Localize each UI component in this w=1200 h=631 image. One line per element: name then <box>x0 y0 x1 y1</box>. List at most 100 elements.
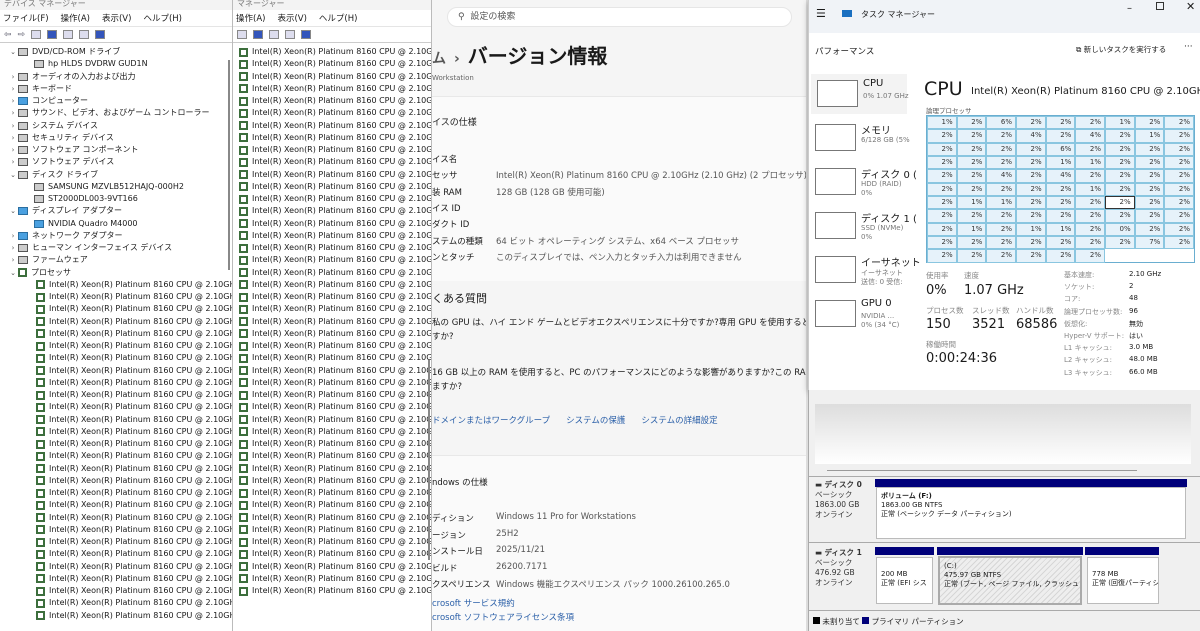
chevron-down-icon[interactable]: ⌄ <box>8 46 18 58</box>
core-usage-cell[interactable]: 7% <box>1134 236 1165 250</box>
service-terms-link[interactable]: crosoft サービス規約 <box>432 597 515 609</box>
sidebar-item[interactable]: GPU 0 NVIDIA ... 0% (34 °C) <box>809 294 909 334</box>
partition-recovery[interactable]: 778 MB 正常 (回復パーティシ <box>1087 557 1159 604</box>
tree-item-processor[interactable]: Intel(R) Xeon(R) Platinum 8160 CPU @ 2.1… <box>233 279 431 291</box>
core-usage-cell[interactable]: 2% <box>1045 249 1076 263</box>
hamburger-menu-icon[interactable]: ☰ <box>816 7 826 20</box>
core-usage-cell[interactable]: 2% <box>1075 222 1105 237</box>
tree-item-processor[interactable]: Intel(R) Xeon(R) Platinum 8160 CPU @ 2.1… <box>233 218 431 230</box>
core-usage-cell[interactable]: 2% <box>956 169 987 183</box>
tree-item-processor[interactable]: Intel(R) Xeon(R) Platinum 8160 CPU @ 2.1… <box>233 365 431 377</box>
core-usage-cell[interactable]: 2% <box>1015 209 1046 223</box>
core-usage-cell[interactable]: 2% <box>986 156 1016 170</box>
core-usage-cell[interactable]: 1% <box>1075 156 1105 170</box>
menu-item[interactable]: ファイル(F) <box>3 12 49 24</box>
tree-item-processor[interactable]: Intel(R) Xeon(R) Platinum 8160 CPU @ 2.1… <box>233 242 431 254</box>
core-usage-cell[interactable]: 2% <box>1164 236 1194 250</box>
faq-question-line2[interactable]: ますか? <box>432 380 462 392</box>
partition-c[interactable]: (C:) 475.97 GB NTFS 正常 (ブート, ページ ファイル, クラッ… <box>938 556 1082 605</box>
sidebar-item[interactable]: メモリ 6/128 GB (5% <box>809 118 910 158</box>
core-usage-cell[interactable]: 2% <box>927 129 957 143</box>
core-usage-cell[interactable]: 2% <box>956 116 987 130</box>
partition-f[interactable]: ボリューム (F:) 1863.00 GB NTFS 正常 (ベーシック データ パ… <box>876 487 1186 539</box>
tree-item-processor[interactable]: Intel(R) Xeon(R) Platinum 8160 CPU @ 2.1… <box>0 328 232 340</box>
scrollbar[interactable] <box>428 360 430 560</box>
core-usage-cell[interactable]: 2% <box>927 249 957 263</box>
tree-item-processor[interactable]: Intel(R) Xeon(R) Platinum 8160 CPU @ 2.1… <box>0 279 232 291</box>
tree-item[interactable]: › セキュリティ デバイス <box>0 132 232 144</box>
tree-item-processor[interactable]: Intel(R) Xeon(R) Platinum 8160 CPU @ 2.1… <box>0 340 232 352</box>
properties-icon[interactable] <box>237 30 247 39</box>
sidebar-item[interactable]: ディスク 1 (SSD (NVMe) 0% <box>809 206 917 246</box>
tree-item-processor[interactable]: Intel(R) Xeon(R) Platinum 8160 CPU @ 2.1… <box>233 524 431 536</box>
more-options-button[interactable]: ··· <box>1184 42 1193 52</box>
tree-item-processor[interactable]: Intel(R) Xeon(R) Platinum 8160 CPU @ 2.1… <box>233 573 431 585</box>
tree-item-processor[interactable]: Intel(R) Xeon(R) Platinum 8160 CPU @ 2.1… <box>233 512 431 524</box>
close-button[interactable]: ✕ <box>1186 0 1195 13</box>
chevron-right-icon[interactable]: › <box>8 120 18 132</box>
tree-item-processor[interactable]: Intel(R) Xeon(R) Platinum 8160 CPU @ 2.1… <box>233 291 431 303</box>
tree-item-processor[interactable]: Intel(R) Xeon(R) Platinum 8160 CPU @ 2.1… <box>233 377 431 389</box>
tree-item-processor[interactable]: Intel(R) Xeon(R) Platinum 8160 CPU @ 2.1… <box>233 328 431 340</box>
tree-item-processor[interactable]: Intel(R) Xeon(R) Platinum 8160 CPU @ 2.1… <box>0 548 232 560</box>
tree-item-processor[interactable]: Intel(R) Xeon(R) Platinum 8160 CPU @ 2.1… <box>233 499 431 511</box>
sidebar-item[interactable]: イーサネット イーサネット 送信: 0 受信: <box>809 250 921 290</box>
core-usage-cell[interactable]: 2% <box>1075 116 1105 130</box>
core-usage-cell[interactable]: 2% <box>1104 156 1135 170</box>
tree-item-processor[interactable]: Intel(R) Xeon(R) Platinum 8160 CPU @ 2.1… <box>0 303 232 315</box>
core-usage-cell[interactable]: 2% <box>986 222 1016 237</box>
tree-item-processor[interactable]: Intel(R) Xeon(R) Platinum 8160 CPU @ 2.1… <box>233 585 431 597</box>
core-usage-cell[interactable]: 4% <box>1045 169 1076 183</box>
disk-0-label[interactable]: ▬ ディスク 0 ベーシック 1863.00 GB オンライン <box>815 480 862 520</box>
tree-item-processor[interactable]: Intel(R) Xeon(R) Platinum 8160 CPU @ 2.1… <box>233 169 431 181</box>
core-usage-cell[interactable]: 2% <box>1075 236 1105 250</box>
tree-item[interactable]: ST2000DL003-9VT166 <box>0 193 232 205</box>
tree-item[interactable]: › コンピューター <box>0 95 232 107</box>
tree-item-processor[interactable]: Intel(R) Xeon(R) Platinum 8160 CPU @ 2.1… <box>233 548 431 560</box>
core-usage-cell[interactable]: 2% <box>927 196 957 210</box>
chevron-down-icon[interactable]: ⌄ <box>8 267 18 279</box>
core-usage-cell[interactable]: 1% <box>1104 116 1135 130</box>
core-usage-cell[interactable]: 2% <box>1164 156 1194 170</box>
menu-item[interactable]: 操作(A) <box>61 12 90 24</box>
core-usage-cell[interactable]: 2% <box>1045 209 1076 223</box>
core-usage-cell[interactable]: 2% <box>956 129 987 143</box>
tree-item[interactable]: ⌄ ディスク ドライブ <box>0 169 232 181</box>
tree-item-processor[interactable]: Intel(R) Xeon(R) Platinum 8160 CPU @ 2.1… <box>233 352 431 364</box>
tree-item-processor[interactable]: Intel(R) Xeon(R) Platinum 8160 CPU @ 2.1… <box>233 120 431 132</box>
partition-efi[interactable]: 200 MB 正常 (EFI シス <box>876 557 933 604</box>
tree-item[interactable]: › システム デバイス <box>0 120 232 132</box>
tree-item-processor[interactable]: Intel(R) Xeon(R) Platinum 8160 CPU @ 2.1… <box>0 487 232 499</box>
tree-item-processor[interactable]: Intel(R) Xeon(R) Platinum 8160 CPU @ 2.1… <box>233 230 431 242</box>
core-usage-cell[interactable]: 2% <box>1134 169 1165 183</box>
chevron-right-icon[interactable]: › <box>8 242 18 254</box>
tree-item[interactable]: ⌄ プロセッサ <box>0 267 232 279</box>
core-usage-cell[interactable]: 0% <box>1104 222 1135 237</box>
tree-item-processor[interactable]: Intel(R) Xeon(R) Platinum 8160 CPU @ 2.1… <box>0 573 232 585</box>
related-link[interactable]: ドメインまたはワークグループ <box>432 414 550 426</box>
tree-item-processor[interactable]: Intel(R) Xeon(R) Platinum 8160 CPU @ 2.1… <box>233 58 431 70</box>
core-usage-cell[interactable]: 2% <box>1104 142 1135 157</box>
faq-question-line1[interactable]: 私の GPU は、ハイ エンド ゲームとビデオエクスペリエンスに十分ですか?専用… <box>432 316 806 328</box>
core-usage-cell[interactable]: 1% <box>956 196 987 210</box>
tree-item-processor[interactable]: Intel(R) Xeon(R) Platinum 8160 CPU @ 2.1… <box>0 512 232 524</box>
core-usage-cell[interactable]: 2% <box>1164 196 1194 210</box>
core-usage-cell[interactable]: 2% <box>1104 236 1135 250</box>
core-usage-cell[interactable]: 2% <box>1015 116 1046 130</box>
tree-item-processor[interactable]: Intel(R) Xeon(R) Platinum 8160 CPU @ 2.1… <box>0 597 232 609</box>
core-usage-cell[interactable]: 2% <box>1134 196 1165 210</box>
faq-question-line2[interactable]: すか? <box>432 330 454 342</box>
core-usage-cell[interactable]: 2% <box>1104 182 1135 197</box>
core-usage-cell[interactable]: 2% <box>1015 156 1046 170</box>
tree-item-processor[interactable]: Intel(R) Xeon(R) Platinum 8160 CPU @ 2.1… <box>233 316 431 328</box>
tree-item-processor[interactable]: Intel(R) Xeon(R) Platinum 8160 CPU @ 2.1… <box>233 389 431 401</box>
core-usage-cell[interactable]: 2% <box>927 236 957 250</box>
tree-item-processor[interactable]: Intel(R) Xeon(R) Platinum 8160 CPU @ 2.1… <box>233 132 431 144</box>
core-usage-cell[interactable]: 2% <box>1164 169 1194 183</box>
tree-item-processor[interactable]: Intel(R) Xeon(R) Platinum 8160 CPU @ 2.1… <box>0 352 232 364</box>
core-usage-cell[interactable]: 2% <box>1045 236 1076 250</box>
core-usage-cell[interactable]: 4% <box>1015 129 1046 143</box>
core-usage-cell[interactable]: 2% <box>1164 222 1194 237</box>
chevron-right-icon[interactable]: › <box>8 95 18 107</box>
core-usage-cell[interactable]: 2% <box>1134 209 1165 223</box>
